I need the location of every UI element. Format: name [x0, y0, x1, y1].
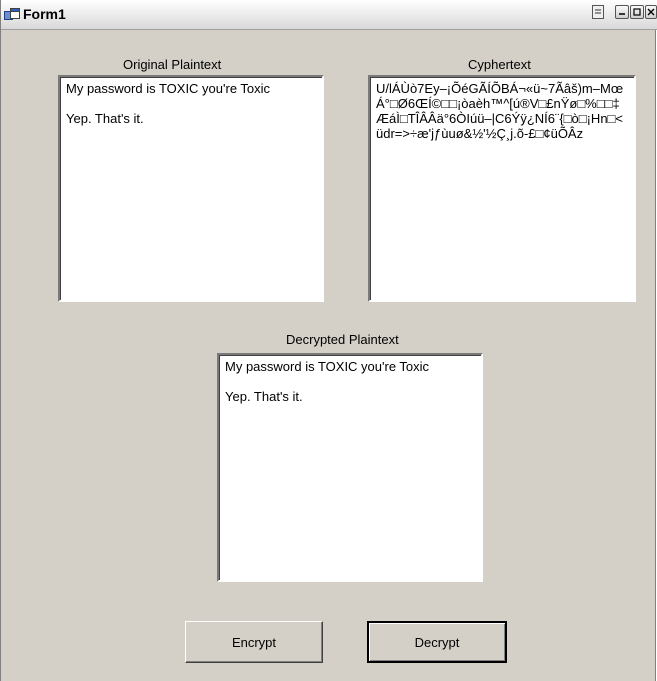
encrypt-button[interactable]: Encrypt — [185, 621, 323, 663]
form-icon — [4, 8, 20, 20]
minimize-icon — [619, 13, 625, 15]
decrypted-plaintext-label: Decrypted Plaintext — [286, 332, 399, 347]
decrypt-button[interactable]: Decrypt — [367, 621, 507, 663]
window-title: Form1 — [23, 6, 66, 22]
original-plaintext-label: Original Plaintext — [123, 57, 222, 72]
original-plaintext-textbox[interactable]: My password is TOXIC you're Toxic Yep. T… — [58, 75, 324, 302]
maximize-icon — [633, 8, 641, 16]
maximize-button[interactable] — [630, 5, 644, 19]
help-icon[interactable] — [592, 5, 604, 19]
cyphertext-textbox[interactable]: U/lÁÙò7Ey–¡ÕéGÃÍÕBÁ¬«ü~7Ãâš)m–MœÁ°□Ø6ŒÍ©… — [368, 75, 636, 302]
close-icon — [647, 8, 655, 16]
form-window: Form1 Original Plaintext Cyphertext My p… — [0, 0, 657, 681]
minimize-button[interactable] — [615, 5, 629, 19]
title-bar[interactable]: Form1 — [1, 0, 657, 30]
decrypted-plaintext-textbox[interactable]: My password is TOXIC you're Toxic Yep. T… — [217, 353, 483, 582]
cyphertext-label: Cyphertext — [468, 57, 531, 72]
close-button[interactable] — [645, 5, 657, 19]
